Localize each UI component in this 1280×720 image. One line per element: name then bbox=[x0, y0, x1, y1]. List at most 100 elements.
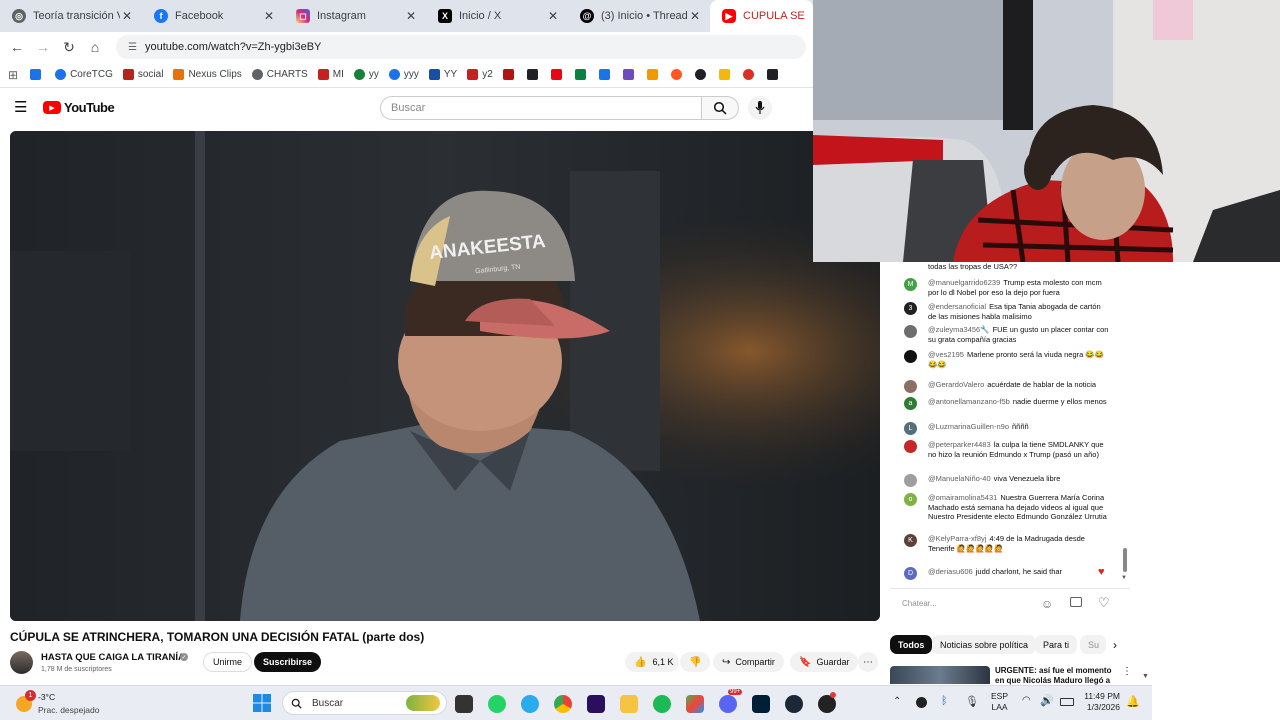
more-vert-icon[interactable]: ⋮ bbox=[1122, 666, 1132, 677]
language-indicator[interactable]: ESP LAA bbox=[991, 691, 1008, 713]
tab-teoria[interactable]: ◎ Teoría transición Vene ✕ bbox=[0, 0, 142, 32]
menu-icon[interactable]: ☰ bbox=[14, 98, 27, 116]
share-button[interactable]: ↪ Compartir bbox=[713, 652, 784, 672]
channel-name[interactable]: HASTA QUE CAIGA LA TIRANÍA bbox=[41, 652, 185, 663]
binance-icon[interactable] bbox=[718, 69, 730, 80]
bluetooth-icon[interactable]: ᛒ bbox=[941, 695, 948, 707]
recommendation-title[interactable]: URGENTE: así fue el momento en que Nicol… bbox=[995, 666, 1115, 685]
tab-x[interactable]: X Inicio / X ✕ bbox=[426, 0, 568, 32]
search-button[interactable] bbox=[702, 96, 739, 120]
chip-noticias-politica[interactable]: Noticias sobre política bbox=[932, 635, 1037, 654]
close-icon[interactable]: ✕ bbox=[404, 9, 418, 23]
chat-author[interactable]: @zuleyma3456🔧 bbox=[928, 325, 990, 334]
bookmark-icon[interactable] bbox=[670, 69, 682, 80]
clock[interactable]: 11:49 PM 1/3/2026 bbox=[1080, 691, 1120, 713]
chat-scrollbar[interactable] bbox=[1123, 548, 1127, 572]
netflix-icon[interactable] bbox=[550, 69, 562, 80]
back-icon[interactable]: ← bbox=[4, 39, 30, 55]
tab-youtube-active[interactable]: ▶ CÚPULA SE ATRIN bbox=[710, 0, 813, 32]
bluestacks-icon[interactable] bbox=[686, 695, 704, 713]
chat-author[interactable]: @manuelgarrido6239 bbox=[928, 278, 1000, 287]
chat-author[interactable]: @endersanoficial bbox=[928, 302, 986, 311]
video-player[interactable]: ANAKEESTA Gatlinburg, TN bbox=[10, 131, 880, 621]
bookmark-YY[interactable]: YY bbox=[428, 69, 457, 80]
close-icon[interactable]: ✕ bbox=[262, 9, 276, 23]
chat-avatar[interactable] bbox=[904, 440, 917, 453]
steam-icon[interactable] bbox=[785, 695, 803, 713]
address-bar[interactable]: ☰ youtube.com/watch?v=Zh-ygbi3eBY bbox=[116, 35, 806, 59]
voice-search-button[interactable] bbox=[748, 96, 772, 120]
bookmark-icon[interactable] bbox=[646, 69, 658, 80]
close-icon[interactable]: ✕ bbox=[120, 9, 134, 23]
close-icon[interactable]: ✕ bbox=[688, 9, 702, 23]
scroll-down-icon[interactable]: ▼ bbox=[1142, 673, 1149, 680]
discord-icon[interactable] bbox=[719, 695, 737, 713]
bookmark-coretcg[interactable]: CoreTCG bbox=[55, 69, 113, 80]
tab-instagram[interactable]: ◻ Instagram ✕ bbox=[284, 0, 426, 32]
chat-avatar[interactable]: K bbox=[904, 534, 917, 547]
spotify-icon[interactable] bbox=[653, 695, 671, 713]
tab-threads[interactable]: @ (3) Inicio • Threads ✕ bbox=[568, 0, 710, 32]
bookmark-icon[interactable] bbox=[766, 69, 778, 80]
bookmark-icon[interactable] bbox=[526, 69, 538, 80]
channel-avatar[interactable] bbox=[10, 651, 33, 674]
bookmark-y2[interactable]: y2 bbox=[467, 69, 493, 80]
soccer-ball-icon[interactable] bbox=[694, 69, 706, 80]
chat-avatar[interactable]: a bbox=[904, 397, 917, 410]
chip-su[interactable]: Su bbox=[1080, 635, 1106, 654]
chevron-up-icon[interactable]: ⌃ bbox=[893, 696, 901, 707]
reload-icon[interactable]: ↻ bbox=[56, 39, 82, 56]
dislike-button[interactable]: 👎 bbox=[680, 652, 711, 672]
home-icon[interactable]: ⌂ bbox=[82, 39, 108, 55]
like-button[interactable]: 👍 6,1 K bbox=[625, 652, 680, 672]
chat-avatar[interactable]: M bbox=[904, 278, 917, 291]
volume-icon[interactable]: 🔊 bbox=[1040, 694, 1054, 707]
telegram-icon[interactable] bbox=[521, 695, 539, 713]
chat-author[interactable]: @LuzmarinaGuillen-n9o bbox=[928, 422, 1009, 431]
disney-icon[interactable] bbox=[598, 69, 610, 80]
chat-avatar[interactable] bbox=[904, 325, 917, 338]
bookmark-yyy[interactable]: yyy bbox=[388, 69, 419, 80]
apps-grid-icon[interactable]: ⊞ bbox=[8, 68, 18, 82]
bookmark-icon[interactable] bbox=[742, 69, 754, 80]
weather-widget[interactable]: 1 -3°C Prac. despejado bbox=[14, 690, 124, 718]
bookmark-charts[interactable]: CHARTS bbox=[251, 69, 308, 80]
chat-avatar[interactable]: 3 bbox=[904, 302, 917, 315]
chat-author[interactable]: @GerardoValero bbox=[928, 380, 984, 389]
emoji-icon[interactable]: ☺ bbox=[1041, 597, 1053, 611]
chat-avatar[interactable]: D bbox=[904, 567, 917, 580]
more-actions-button[interactable]: ⋯ bbox=[858, 652, 878, 672]
chat-avatar[interactable] bbox=[904, 380, 917, 393]
bookmark-p[interactable] bbox=[30, 69, 45, 80]
search-input[interactable]: Buscar bbox=[380, 96, 702, 120]
chip-todos[interactable]: Todos bbox=[890, 635, 933, 654]
file-manager-icon[interactable] bbox=[455, 695, 473, 713]
youtube-logo[interactable]: ▶ YouTube bbox=[43, 100, 115, 115]
save-button[interactable]: 🔖 Guardar bbox=[790, 652, 859, 672]
chip-para-ti[interactable]: Para ti bbox=[1035, 635, 1078, 654]
chat-author[interactable]: @antonellamanzano-f5b bbox=[928, 397, 1010, 406]
chat-avatar[interactable]: L bbox=[904, 422, 917, 435]
super-chat-icon[interactable] bbox=[1070, 597, 1082, 607]
bookmark-icon[interactable] bbox=[622, 69, 634, 80]
chat-author[interactable]: @ManuelaNiño-40 bbox=[928, 474, 991, 483]
folder-icon[interactable] bbox=[620, 695, 638, 713]
site-info-icon[interactable]: ☰ bbox=[128, 42, 137, 53]
chat-avatar[interactable]: o bbox=[904, 493, 917, 506]
bookmark-social[interactable]: social bbox=[122, 69, 163, 80]
bookmark-icon[interactable] bbox=[574, 69, 586, 80]
chat-avatar[interactable] bbox=[904, 474, 917, 487]
scroll-down-icon[interactable]: ▼ bbox=[1121, 575, 1127, 581]
bookmark-yy[interactable]: yy bbox=[353, 69, 379, 80]
chrome-icon[interactable] bbox=[554, 695, 572, 713]
chat-author[interactable]: @peterparker4483 bbox=[928, 440, 991, 449]
notification-bell-icon[interactable]: 🔔 bbox=[1126, 695, 1140, 708]
battery-icon[interactable] bbox=[1060, 698, 1074, 706]
recommendation-thumbnail[interactable] bbox=[890, 666, 990, 684]
chat-author[interactable]: @KelyParra-xf8yj bbox=[928, 534, 986, 543]
forward-icon[interactable]: → bbox=[30, 39, 56, 55]
taskbar-search[interactable]: Buscar bbox=[282, 691, 447, 715]
whatsapp-icon[interactable] bbox=[488, 695, 506, 713]
wifi-icon[interactable]: ◠ bbox=[1022, 695, 1031, 706]
microphone-icon[interactable]: 🎙 bbox=[965, 695, 979, 708]
